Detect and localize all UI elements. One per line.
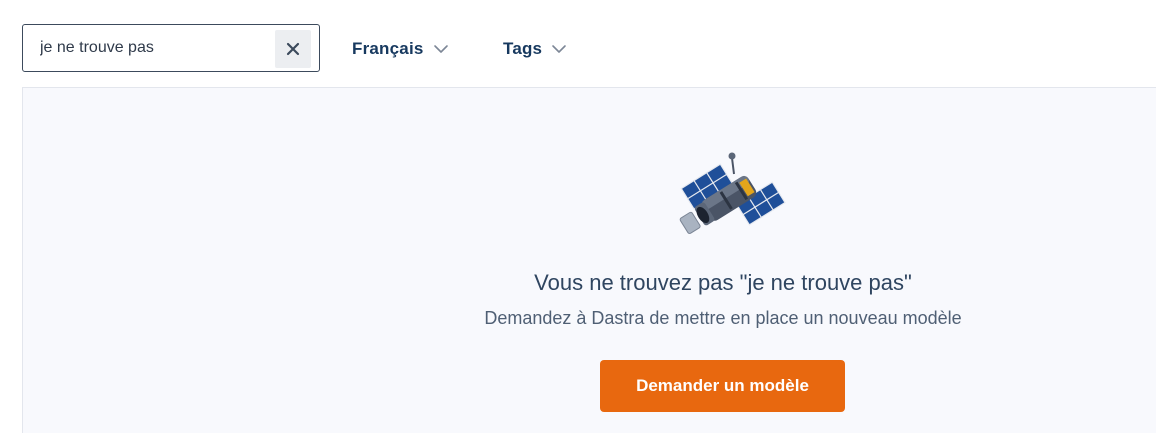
language-dropdown[interactable]: Français xyxy=(352,36,449,62)
search-input[interactable] xyxy=(23,25,273,71)
chevron-down-icon xyxy=(433,44,449,54)
satellite-icon xyxy=(668,150,792,242)
page: Français Tags xyxy=(0,0,1156,433)
empty-state-title: Vous ne trouvez pas "je ne trouve pas" xyxy=(534,270,912,295)
tags-dropdown-label: Tags xyxy=(503,39,543,58)
tags-dropdown[interactable]: Tags xyxy=(503,36,567,62)
clear-search-button[interactable] xyxy=(275,30,311,68)
close-icon xyxy=(286,42,300,56)
language-dropdown-label: Français xyxy=(352,39,424,58)
search-box xyxy=(22,24,320,72)
empty-state-subtitle: Demandez à Dastra de mettre en place un … xyxy=(484,308,962,328)
chevron-down-icon xyxy=(551,44,567,54)
filter-bar: Français Tags xyxy=(0,0,1156,88)
request-model-button[interactable]: Demander un modèle xyxy=(600,360,845,412)
results-panel: Vous ne trouvez pas "je ne trouve pas" D… xyxy=(22,87,1156,433)
